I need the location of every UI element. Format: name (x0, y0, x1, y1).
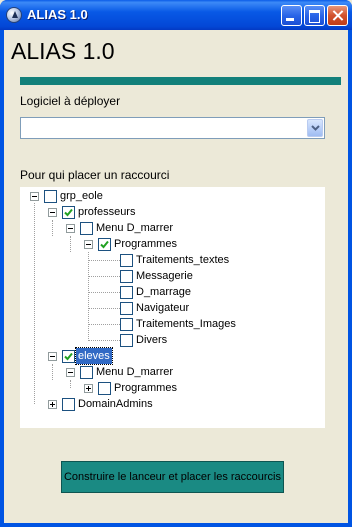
software-select[interactable] (20, 117, 325, 139)
checkmark-icon (64, 352, 73, 361)
window-content: ALIAS 1.0 Logiciel à déployer Pour qui p… (4, 30, 348, 523)
checkbox[interactable] (80, 366, 93, 379)
tree-node-label: Menu D_marrer (96, 222, 174, 234)
tree-node-label: Messagerie (136, 270, 193, 282)
tree-node-menu-demarrer[interactable]: Menu D_marrer (20, 220, 320, 236)
title-bar[interactable]: ALIAS 1.0 (0, 0, 352, 30)
checkbox[interactable] (120, 302, 133, 315)
close-button[interactable] (327, 5, 348, 26)
checkmark-icon (100, 240, 109, 249)
tree-node-programmes-eleves[interactable]: Programmes (20, 380, 320, 396)
collapse-icon[interactable] (48, 208, 57, 217)
target-tree[interactable]: grp_eole professeurs Menu D_marrer Progr… (20, 187, 325, 428)
tree-node-label: Navigateur (136, 302, 190, 314)
tree-node-domainadmins[interactable]: DomainAdmins (20, 396, 320, 412)
checkbox[interactable] (120, 254, 133, 267)
tree-node-messagerie[interactable]: Messagerie (20, 268, 320, 284)
checkbox[interactable] (120, 318, 133, 331)
tree-node-menu-demarrer-eleves[interactable]: Menu D_marrer (20, 364, 320, 380)
checkbox[interactable] (98, 238, 111, 251)
expand-icon[interactable] (84, 384, 93, 393)
tree-node-label: Programmes (114, 382, 177, 394)
tree-node-label: DomainAdmins (78, 398, 153, 410)
tree-node-demarrage[interactable]: D_marrage (20, 284, 320, 300)
maximize-button[interactable] (304, 5, 325, 26)
checkbox[interactable] (98, 382, 111, 395)
tree-node-professeurs[interactable]: professeurs (20, 204, 320, 220)
checkbox[interactable] (120, 334, 133, 347)
checkbox[interactable] (62, 206, 75, 219)
tree-node-label: Traitements_textes (136, 254, 230, 266)
tree-node-programmes[interactable]: Programmes (20, 236, 320, 252)
checkbox[interactable] (62, 398, 75, 411)
tree-node-label: grp_eole (60, 190, 103, 202)
build-launcher-button[interactable]: Construire le lanceur et placer les racc… (61, 461, 284, 493)
checkbox[interactable] (44, 190, 57, 203)
tree-node-eleves[interactable]: eleves (20, 347, 320, 365)
tree-node-label: Traitements_Images (136, 318, 236, 330)
tree-node-navigateur[interactable]: Navigateur (20, 300, 320, 316)
app-window: ALIAS 1.0 ALIAS 1.0 Logiciel à déployer … (0, 0, 352, 527)
tree-node-traitements-images[interactable]: Traitements_Images (20, 316, 320, 332)
tree-node-label: Menu D_marrer (96, 366, 174, 378)
accent-divider (20, 77, 341, 85)
checkbox[interactable] (62, 350, 75, 363)
expand-icon[interactable] (48, 400, 57, 409)
tree-node-label-selected: eleves (75, 347, 113, 365)
window-title: ALIAS 1.0 (27, 7, 88, 22)
checkmark-icon (64, 208, 73, 217)
tree-node-divers[interactable]: Divers (20, 332, 320, 348)
collapse-icon[interactable] (66, 368, 75, 377)
dropdown-button[interactable] (307, 119, 323, 137)
tree-node-label: Programmes (114, 238, 177, 250)
tree-node-grp-eole[interactable]: grp_eole (20, 188, 320, 204)
checkbox[interactable] (120, 286, 133, 299)
collapse-icon[interactable] (84, 240, 93, 249)
checkbox[interactable] (80, 222, 93, 235)
tree-node-label: professeurs (78, 206, 136, 218)
minimize-button[interactable] (281, 5, 302, 26)
shortcut-label: Pour qui placer un raccourci (20, 168, 170, 182)
collapse-icon[interactable] (48, 352, 57, 361)
collapse-icon[interactable] (30, 192, 39, 201)
app-icon[interactable] (6, 7, 22, 23)
tree-node-label: Divers (136, 334, 168, 346)
collapse-icon[interactable] (66, 224, 75, 233)
chevron-down-icon (311, 125, 320, 131)
tree-node-label: D_marrage (136, 286, 192, 298)
checkbox[interactable] (120, 270, 133, 283)
tree-node-traitements-textes[interactable]: Traitements_textes (20, 252, 320, 268)
page-title: ALIAS 1.0 (11, 38, 115, 64)
software-label: Logiciel à déployer (20, 94, 121, 108)
